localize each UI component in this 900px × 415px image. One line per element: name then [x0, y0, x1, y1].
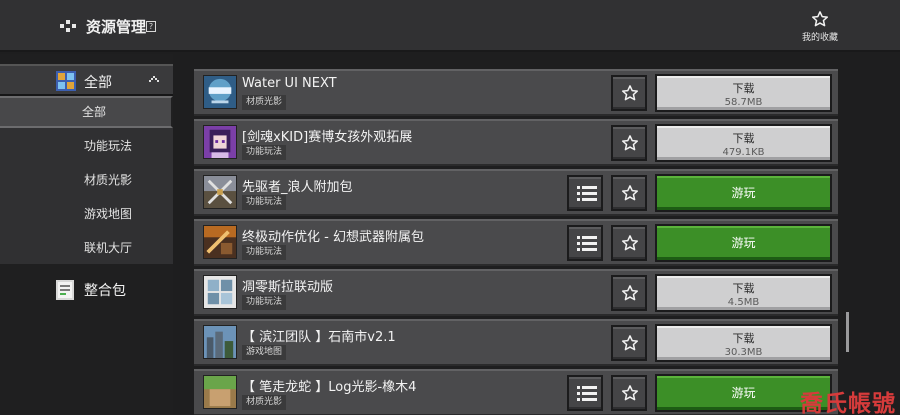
- resource-list[interactable]: Water UI NEXT 材质光影 下载 58.7MB [剑魂xKID]赛博女…: [194, 65, 838, 415]
- details-menu-button[interactable]: [567, 175, 603, 211]
- resource-tag: 材质光影: [242, 395, 287, 410]
- resource-tag: 功能玩法: [242, 145, 287, 160]
- sidebar-item-maps[interactable]: 游戏地图: [0, 198, 173, 230]
- download-button[interactable]: 下载 30.3MB: [655, 324, 832, 362]
- resource-title: 【 笔走龙蛇 】Log光影-橡木4: [242, 380, 417, 395]
- category-all-header[interactable]: 全部: [0, 64, 173, 96]
- favorite-button[interactable]: [611, 275, 647, 311]
- anime-girl-icon: [203, 125, 237, 159]
- download-button[interactable]: 下载 479.1KB: [655, 124, 832, 162]
- list-scrollbar[interactable]: [846, 312, 849, 352]
- file-size: 30.3MB: [724, 347, 763, 358]
- resource-row: [剑魂xKID]赛博女孩外观拓展 功能玩法 下载 479.1KB: [194, 119, 838, 166]
- resource-tag: 游戏地图: [242, 345, 287, 360]
- modpack-label: 整合包: [84, 283, 126, 299]
- download-button[interactable]: 下载 58.7MB: [655, 74, 832, 112]
- download-label: 下载: [732, 282, 755, 295]
- favorites-button[interactable]: 我的收藏: [798, 10, 842, 43]
- resource-title: 【 滨江团队 】石南市v2.1: [242, 330, 396, 345]
- favorite-button[interactable]: [611, 175, 647, 211]
- fantasy-weapons-icon: [203, 225, 237, 259]
- watermark: 喬氏帳號: [800, 391, 896, 415]
- resource-row: 【 笔走龙蛇 】Log光影-橡木4 材质光影 游玩: [194, 369, 838, 415]
- star-icon: [621, 85, 639, 101]
- resource-title: 凋零斯拉联动版: [242, 280, 334, 295]
- water-logo-icon: [203, 75, 237, 109]
- resource-row: 终极动作优化 - 幻想武器附属包 功能玩法 游玩: [194, 219, 838, 266]
- star-icon: [621, 385, 639, 401]
- sidebar-item-all[interactable]: 全部: [0, 96, 173, 128]
- download-label: 下载: [732, 132, 755, 145]
- resource-title: Water UI NEXT: [242, 76, 337, 91]
- details-menu-button[interactable]: [567, 375, 603, 411]
- favorite-button[interactable]: [611, 325, 647, 361]
- list-menu-icon: [577, 236, 597, 251]
- play-button[interactable]: 游玩: [655, 224, 832, 262]
- blocks-icon: [56, 71, 76, 91]
- resource-tag: 材质光影: [242, 95, 287, 110]
- download-button[interactable]: 下载 4.5MB: [655, 274, 832, 312]
- collapse-icon[interactable]: [148, 74, 160, 86]
- star-icon: [621, 135, 639, 151]
- resource-tag: 功能玩法: [242, 245, 287, 260]
- star-icon: [811, 11, 829, 27]
- resource-row: 【 滨江团队 】石南市v2.1 游戏地图 下载 30.3MB: [194, 319, 838, 366]
- file-size: 58.7MB: [724, 97, 763, 108]
- play-label: 游玩: [731, 236, 756, 250]
- favorite-button[interactable]: [611, 125, 647, 161]
- sidebar-item-textures[interactable]: 材质光影: [0, 164, 173, 196]
- category-sub-list: 全部 功能玩法 材质光影 游戏地图 联机大厅: [0, 96, 173, 264]
- favorite-button[interactable]: [611, 225, 647, 261]
- top-bar: 资源管理 ? 我的收藏: [0, 0, 900, 52]
- download-label: 下载: [732, 332, 755, 345]
- sidebar-item-gameplay[interactable]: 功能玩法: [0, 130, 173, 162]
- download-label: 下载: [732, 82, 755, 95]
- sidebar: 全部 全部 功能玩法 材质光影 游戏地图 联机大厅 整合包: [0, 54, 173, 415]
- package-icon: [56, 280, 74, 300]
- resource-title: [剑魂xKID]赛博女孩外观拓展: [242, 130, 413, 145]
- list-menu-icon: [577, 186, 597, 201]
- star-icon: [621, 285, 639, 301]
- resource-row: 凋零斯拉联动版 功能玩法 下载 4.5MB: [194, 269, 838, 316]
- page-title: 资源管理: [86, 18, 147, 36]
- resource-tag: 功能玩法: [242, 295, 287, 310]
- details-menu-button[interactable]: [567, 225, 603, 261]
- resource-title: 终极动作优化 - 幻想武器附属包: [242, 230, 424, 245]
- sidebar-item-modpack[interactable]: 整合包: [0, 274, 173, 306]
- sidebar-item-lobby[interactable]: 联机大厅: [0, 232, 173, 264]
- category-all-label: 全部: [84, 75, 112, 91]
- crossed-swords-icon: [203, 175, 237, 209]
- star-icon: [621, 235, 639, 251]
- star-icon: [621, 335, 639, 351]
- file-size: 479.1KB: [722, 147, 765, 158]
- help-icon[interactable]: ?: [146, 21, 156, 32]
- resource-title: 先驱者_浪人附加包: [242, 180, 353, 195]
- log-icon: [203, 375, 237, 409]
- file-size: 4.5MB: [727, 297, 760, 308]
- favorite-button[interactable]: [611, 375, 647, 411]
- play-button[interactable]: 游玩: [655, 174, 832, 212]
- favorites-label: 我的收藏: [801, 33, 838, 43]
- city-icon: [203, 325, 237, 359]
- favorite-button[interactable]: [611, 75, 647, 111]
- list-menu-icon: [577, 386, 597, 401]
- play-label: 游玩: [731, 186, 756, 200]
- star-icon: [621, 185, 639, 201]
- blocks-thumb-icon: [203, 275, 237, 309]
- resource-row: Water UI NEXT 材质光影 下载 58.7MB: [194, 69, 838, 116]
- back-icon[interactable]: [58, 16, 78, 36]
- resource-tag: 功能玩法: [242, 195, 287, 210]
- resource-row: 先驱者_浪人附加包 功能玩法 游玩: [194, 169, 838, 216]
